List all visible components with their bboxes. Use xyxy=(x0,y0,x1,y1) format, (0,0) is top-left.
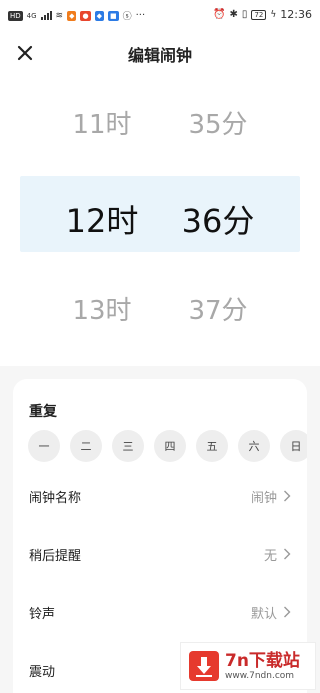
signal-icon xyxy=(40,11,52,20)
time-picker[interactable]: 11时 35分 12时 36分 13时 37分 xyxy=(0,76,320,366)
watermark-text: 7n下载站 www.7ndn.com xyxy=(225,651,300,682)
day-toggle-thu[interactable]: 四 xyxy=(154,430,186,462)
hour-option[interactable]: 11时 xyxy=(0,104,160,141)
alarm-name-row[interactable]: 闹钟名称 闹钟 xyxy=(29,476,291,516)
watermark-title: 7n下载站 xyxy=(225,650,300,671)
alarm-name-label: 闹钟名称 xyxy=(29,490,82,506)
vibrate-label: 震动 xyxy=(29,664,56,680)
alarm-name-value: 闹钟 xyxy=(250,490,277,506)
snooze-value: 无 xyxy=(263,548,277,564)
ringtone-value-wrap: 默认 xyxy=(251,603,291,622)
day-toggle-sun[interactable]: 日 xyxy=(280,430,307,462)
more-notifications-icon: ··· xyxy=(135,10,146,21)
picker-row-next[interactable]: 13时 37分 xyxy=(0,290,320,327)
snooze-label: 稍后提醒 xyxy=(29,548,82,564)
repeat-title: 重复 xyxy=(29,404,57,420)
ringtone-row[interactable]: 铃声 默认 xyxy=(29,592,291,632)
vibrate-icon: ▯ xyxy=(241,9,248,20)
chevron-right-icon xyxy=(284,606,291,618)
hour-option[interactable]: 13时 xyxy=(0,290,160,327)
battery-icon: 72 xyxy=(251,9,267,20)
day-toggle-mon[interactable]: 一 xyxy=(28,430,60,462)
status-left: HD 4G ≋ ◆ ● ◆ ■ ⓢ ··· xyxy=(8,9,145,22)
status-right: ⏰ ✱ ▯ 72 ϟ 12:36 xyxy=(213,8,312,21)
day-toggle-sat[interactable]: 六 xyxy=(238,430,270,462)
selected-minute[interactable]: 36分 xyxy=(160,196,320,242)
snooze-value-wrap: 无 xyxy=(264,545,291,564)
minute-option[interactable]: 37分 xyxy=(160,290,320,327)
day-toggle-wed[interactable]: 三 xyxy=(112,430,144,462)
minute-option[interactable]: 35分 xyxy=(160,104,320,141)
repeat-days: 一 二 三 四 五 六 日 xyxy=(28,430,307,462)
page-title: 编辑闹钟 xyxy=(127,46,192,65)
status-bar: HD 4G ≋ ◆ ● ◆ ■ ⓢ ··· ⏰ ✱ ▯ 72 ϟ 12:36 xyxy=(0,0,320,30)
bluetooth-icon: ✱ xyxy=(229,9,238,20)
chevron-right-icon xyxy=(284,490,291,502)
selected-hour[interactable]: 12时 xyxy=(0,196,160,242)
header: 编辑闹钟 xyxy=(0,30,320,76)
watermark-url: www.7ndn.com xyxy=(225,670,295,681)
watermark: 7n下载站 www.7ndn.com xyxy=(180,642,316,690)
wifi-icon: ≋ xyxy=(55,10,64,21)
s-icon: ⓢ xyxy=(122,12,132,22)
app-notification-icon: ◆ xyxy=(67,10,77,21)
download-logo-icon xyxy=(189,651,219,681)
network-type: 4G xyxy=(26,11,37,20)
charging-icon: ϟ xyxy=(270,9,277,20)
alarm-icon: ⏰ xyxy=(213,9,226,20)
picker-row-selected[interactable]: 12时 36分 xyxy=(0,196,320,242)
ringtone-value: 默认 xyxy=(250,606,277,622)
clock-time: 12:36 xyxy=(280,8,312,21)
day-toggle-fri[interactable]: 五 xyxy=(196,430,228,462)
chevron-right-icon xyxy=(284,548,291,560)
app-notification-icon: ■ xyxy=(107,10,119,21)
app-notification-icon: ● xyxy=(80,10,91,21)
picker-row-previous[interactable]: 11时 35分 xyxy=(0,104,320,141)
hd-icon: HD xyxy=(8,10,23,21)
ringtone-label: 铃声 xyxy=(29,606,56,622)
shield-icon: ◆ xyxy=(94,10,104,21)
day-toggle-tue[interactable]: 二 xyxy=(70,430,102,462)
snooze-row[interactable]: 稍后提醒 无 xyxy=(29,534,291,574)
alarm-name-value-wrap: 闹钟 xyxy=(251,487,291,506)
